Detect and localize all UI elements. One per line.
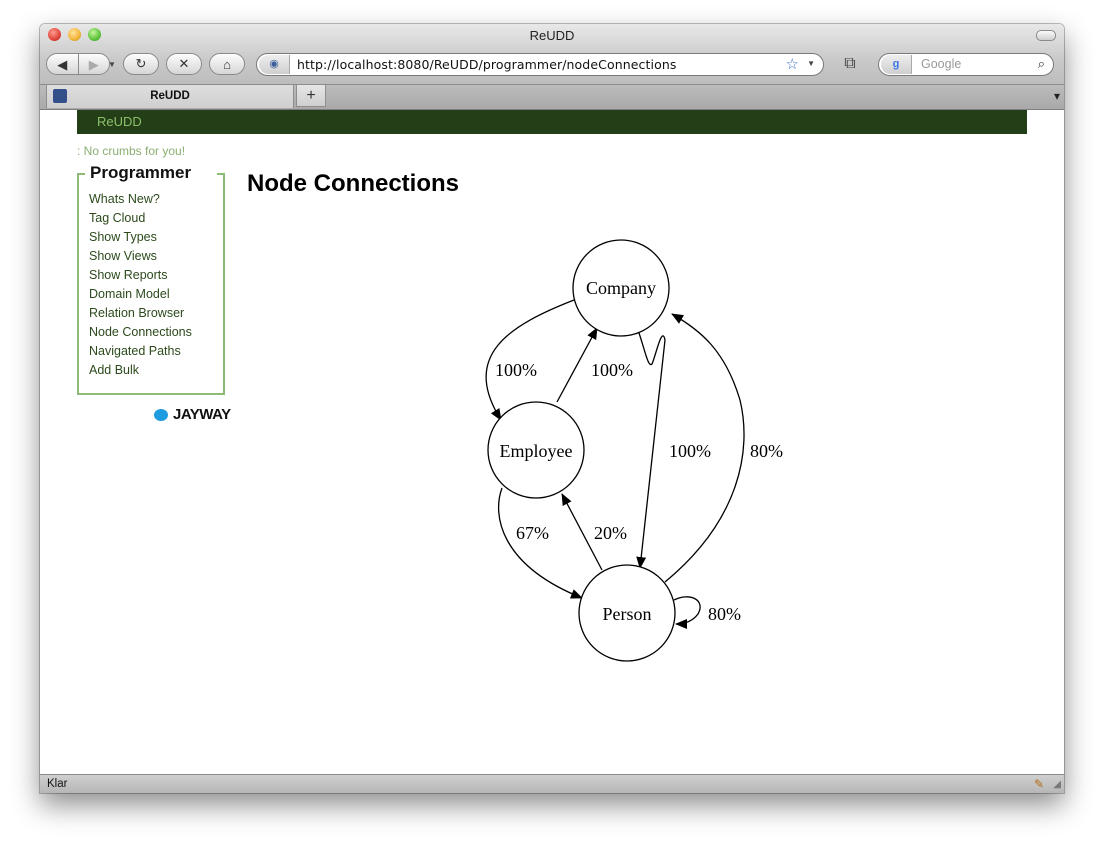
- search-engine-icon[interactable]: g: [881, 55, 912, 74]
- node-connections-graph: Company Employee Person 100% 100% 100% 8…: [485, 239, 783, 662]
- addon-icon[interactable]: ✎: [1034, 777, 1044, 791]
- graph-node-label: Company: [586, 278, 656, 298]
- home-icon: ⌂: [223, 56, 231, 72]
- back-button[interactable]: ◀: [47, 54, 79, 74]
- stop-icon: ✕: [178, 56, 190, 71]
- history-dropdown-icon[interactable]: ▼: [108, 60, 116, 69]
- graph-node-label: Employee: [500, 441, 573, 461]
- graph-edge-label: 100%: [495, 360, 537, 380]
- tab-list-icon[interactable]: ▾: [1054, 89, 1060, 103]
- search-bar[interactable]: g Google ⌕: [878, 53, 1054, 76]
- new-tab-button[interactable]: +: [296, 85, 326, 107]
- stop-button[interactable]: ✕: [166, 53, 202, 75]
- browser-toolbar: ReUDD ◀ ▶ ▼ ↻ ✕ ⌂ ◉ http://localhost:808…: [40, 24, 1064, 85]
- status-text: Klar: [47, 778, 68, 790]
- tab-reudd[interactable]: ReUDD: [46, 85, 294, 108]
- home-button[interactable]: ⌂: [209, 53, 245, 75]
- page-content: ReUDD : No crumbs for you! Programmer Wh…: [40, 110, 1064, 774]
- status-bar: Klar ✎ ◢: [40, 774, 1064, 793]
- extension-icon[interactable]: ⧉: [840, 55, 860, 75]
- graph-edge: [497, 487, 583, 599]
- graph-edge-label: 100%: [591, 360, 633, 380]
- graph-edge-label: 67%: [516, 523, 549, 543]
- reload-button[interactable]: ↻: [123, 53, 159, 75]
- url-history-dropdown-icon[interactable]: ▼: [807, 59, 815, 68]
- browser-window: ReUDD ◀ ▶ ▼ ↻ ✕ ⌂ ◉ http://localhost:808…: [40, 24, 1064, 793]
- graph-edge-label: 20%: [594, 523, 627, 543]
- window-title: ReUDD: [529, 28, 575, 43]
- graph-edge-label: 80%: [708, 604, 741, 624]
- search-input[interactable]: Google: [921, 57, 961, 71]
- graph-edge-label: 80%: [750, 441, 783, 461]
- toolbar-toggle-button[interactable]: [1036, 30, 1056, 41]
- address-bar[interactable]: ◉ http://localhost:8080/ReUDD/programmer…: [256, 53, 824, 76]
- resize-grip-icon[interactable]: ◢: [1053, 779, 1061, 790]
- tab-label: ReUDD: [150, 90, 190, 102]
- forward-button[interactable]: ▶: [79, 54, 110, 75]
- bookmark-star-icon[interactable]: ☆: [786, 55, 799, 73]
- back-forward-buttons: ◀ ▶: [46, 53, 110, 75]
- address-text[interactable]: http://localhost:8080/ReUDD/programmer/n…: [297, 57, 676, 72]
- site-identity-icon[interactable]: ◉: [259, 55, 290, 74]
- search-icon[interactable]: ⌕: [1038, 56, 1045, 72]
- reload-icon: ↻: [135, 56, 147, 71]
- graph-node-label: Person: [603, 604, 652, 624]
- graph-edge: [636, 329, 666, 569]
- graph-edge-label: 100%: [669, 441, 711, 461]
- tab-bar: ReUDD + ▾: [40, 85, 1064, 110]
- graph-edge: [673, 596, 701, 629]
